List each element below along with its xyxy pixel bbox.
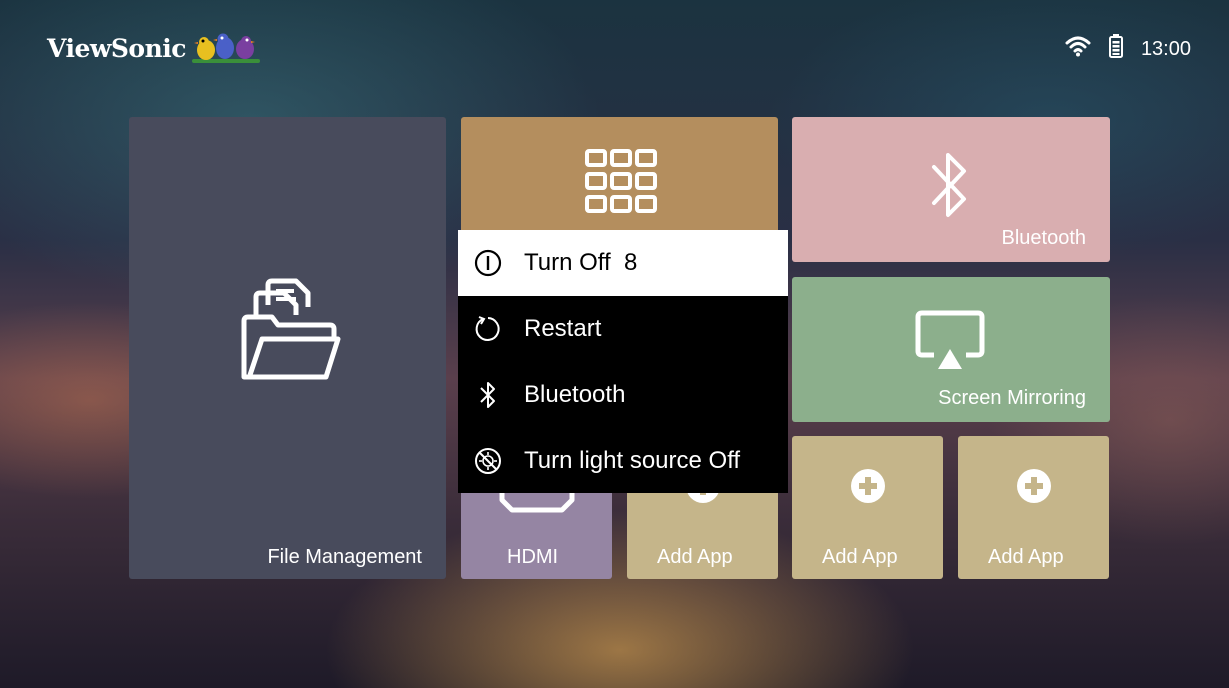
- add-app-label: Add App: [657, 546, 733, 568]
- clock: 13:00: [1140, 37, 1191, 60]
- screen-mirroring-label: Screen Mirroring: [938, 387, 1086, 409]
- add-app-label: Add App: [822, 546, 898, 568]
- add-app-label: Add App: [988, 546, 1064, 568]
- plus-icon: [850, 468, 886, 508]
- turn-off-label: Turn Off 8: [524, 249, 638, 276]
- power-menu: Turn Off 8 Restart Bluetooth Turn light …: [458, 230, 788, 493]
- wifi-icon: [1065, 35, 1091, 63]
- birds-logo-icon: [192, 30, 261, 66]
- turn-light-source-off-label: Turn light source Off: [524, 447, 741, 474]
- battery-icon: [1108, 34, 1123, 64]
- grid-icon: [585, 149, 657, 217]
- bluetooth-label: Bluetooth: [1001, 227, 1086, 249]
- bluetooth-tile[interactable]: Bluetooth: [792, 117, 1110, 262]
- add-app-tile[interactable]: Add App: [792, 436, 943, 579]
- bluetooth-icon: [474, 381, 502, 409]
- restart-menu-item[interactable]: Restart: [458, 296, 788, 362]
- screen-mirroring-icon: [914, 309, 986, 375]
- bluetooth-icon: [930, 147, 970, 227]
- restart-label: Restart: [524, 315, 602, 342]
- viewsonic-logo: ViewSonic: [47, 30, 261, 66]
- bluetooth-menu-item[interactable]: Bluetooth: [458, 362, 788, 428]
- turn-light-source-off-menu-item[interactable]: Turn light source Off: [458, 428, 788, 494]
- power-icon: [474, 249, 502, 277]
- turn-off-menu-item[interactable]: Turn Off 8: [458, 230, 788, 296]
- screen-mirroring-tile[interactable]: Screen Mirroring: [792, 277, 1110, 422]
- file-management-label: File Management: [267, 546, 422, 568]
- hdmi-label: HDMI: [507, 546, 559, 568]
- restart-icon: [474, 315, 502, 343]
- file-management-tile[interactable]: File Management: [129, 117, 446, 579]
- plus-icon: [1016, 468, 1052, 508]
- status-bar: 13:00: [1065, 34, 1191, 64]
- add-app-tile[interactable]: Add App: [958, 436, 1109, 579]
- bluetooth-menu-label: Bluetooth: [524, 381, 626, 408]
- folder-icon: [234, 277, 344, 391]
- brand-name: ViewSonic: [47, 33, 187, 63]
- light-off-icon: [474, 447, 502, 475]
